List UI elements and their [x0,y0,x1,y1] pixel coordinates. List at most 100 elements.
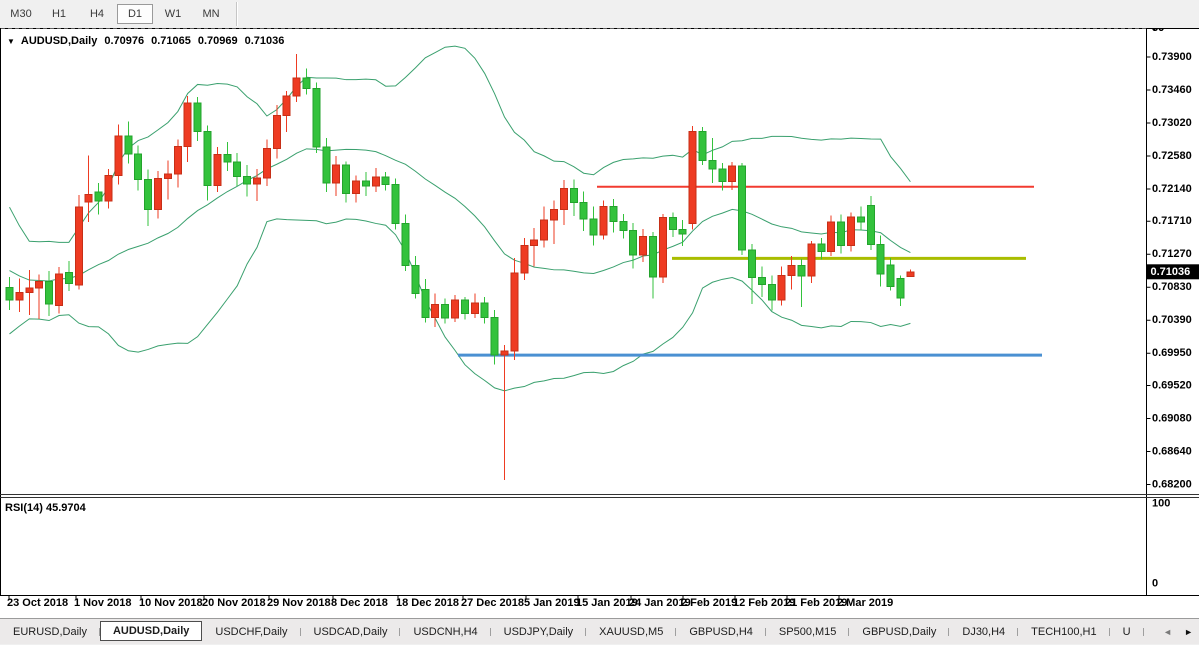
bollinger-bands [10,46,911,391]
candle-body [214,155,221,186]
price-axis-label: 0.70830 [1152,281,1192,293]
candle-body [650,236,657,277]
tabs-scroll-right-icon[interactable]: ► [1181,625,1196,639]
price-axis-label: 0.68200 [1152,478,1192,490]
candle-body [907,272,914,277]
candle-body [551,209,558,220]
candle-body [590,219,597,235]
tab-tech100-h1[interactable]: TECH100,H1 [1018,623,1109,641]
candle-body [105,176,112,202]
candle-body [788,266,795,276]
tab-dj30-h4[interactable]: DJ30,H4 [949,623,1018,641]
candle-body [570,188,577,202]
candle-body [521,245,528,273]
candle-body [798,266,805,277]
candle-body [679,230,686,235]
candle-body [254,178,261,184]
candle-body [531,240,538,245]
tab-usdcad-daily[interactable]: USDCAD,Daily [301,623,401,641]
candle-body [402,224,409,266]
toolbar-separator [236,2,238,26]
candle-body [689,131,696,223]
chart-canvas[interactable]: 0.739000.734600.730200.725800.721400.717… [0,28,1199,618]
timeframe-button-h4[interactable]: H4 [79,4,115,24]
price-axis-label: 0.71710 [1152,215,1192,227]
candle-body [511,273,518,351]
candle-body [640,236,647,255]
tab-u[interactable]: U [1110,623,1144,641]
candle-body [6,287,13,300]
chart-tabs-bar: EURUSD,DailyAUDUSD,DailyUSDCHF,DailyUSDC… [0,618,1199,644]
candle-body [313,89,320,148]
timeframe-button-d1[interactable]: D1 [117,4,153,24]
candle-body [333,165,340,183]
timeframe-button-w1[interactable]: W1 [155,4,191,24]
candle-body [234,162,241,176]
candle-body [392,185,399,224]
candle-body [857,217,864,222]
candle-body [610,206,617,221]
price-axis-label: 0.73020 [1152,117,1192,129]
date-axis-label: 2 Feb 2019 [681,597,737,609]
timeframe-button-mn[interactable]: MN [193,4,229,24]
chart-window[interactable]: 0.739000.734600.730200.725800.721400.717… [0,28,1199,618]
candle-body [26,288,33,293]
date-axis-label: 5 Jan 2019 [524,597,580,609]
candle-body [719,169,726,182]
tab-gbpusd-daily[interactable]: GBPUSD,Daily [849,623,949,641]
candle-body [481,303,488,317]
rsi-indicator-label: RSI(14) 45.9704 [5,502,86,514]
candle-body [85,194,92,202]
timeframe-button-m30[interactable]: M30 [3,4,39,24]
candle-body [749,250,756,278]
timeframe-button-h1[interactable]: H1 [41,4,77,24]
candle-body [382,177,389,185]
ohlc-open: 0.70976 [104,35,144,47]
tab-usdjpy-daily[interactable]: USDJPY,Daily [491,623,587,641]
bollinger-middle-band [10,149,911,281]
chart-symbol-label: AUDUSD,Daily [21,35,97,47]
candle-body [293,78,300,96]
candle-body [709,161,716,169]
candle-body [164,174,171,179]
date-axis-label: 10 Nov 2018 [139,597,203,609]
candle-body [204,131,211,185]
tab-gbpusd-h4[interactable]: GBPUSD,H4 [676,623,766,641]
tab-xauusd-m5[interactable]: XAUUSD,M5 [586,623,676,641]
candle-body [412,266,419,294]
candle-body [46,281,53,304]
tab-usdchf-daily[interactable]: USDCHF,Daily [202,623,300,641]
date-axis-label: 8 Dec 2018 [331,597,388,609]
candle-body [600,206,607,235]
candle-body [174,146,181,174]
candle-body [729,166,736,182]
candle-body [194,103,201,132]
candle-body [372,177,379,186]
candle-body [848,217,855,246]
candle-body [452,300,459,318]
candle-body [16,293,23,301]
symbol-dropdown-icon[interactable]: ▼ [7,37,15,46]
tab-eurusd-daily[interactable]: EURUSD,Daily [0,623,100,641]
ohlc-low: 0.70969 [198,35,238,47]
candle-body [135,154,142,180]
candle-body [303,78,310,89]
candle-body [887,265,894,287]
tab-usdcnh-h4[interactable]: USDCNH,H4 [400,623,490,641]
price-axis-label: 0.73900 [1152,51,1192,63]
tab-audusd-daily[interactable]: AUDUSD,Daily [100,621,202,641]
tabs-scroll-left-icon[interactable]: ◄ [1160,625,1175,639]
price-axis-label: 0.72580 [1152,150,1192,162]
candle-body [630,230,637,255]
candle-body [808,244,815,276]
candle-body [501,351,508,355]
date-axis-label: 20 Nov 2018 [202,597,266,609]
candle-body [224,155,231,163]
candle-body [828,222,835,251]
bollinger-upper-band [10,46,911,242]
candlesticks [6,54,914,480]
tab-sp500-m15[interactable]: SP500,M15 [766,623,849,641]
date-axis-label: 27 Dec 2018 [461,597,524,609]
candle-body [897,278,904,298]
candle-body [273,116,280,149]
